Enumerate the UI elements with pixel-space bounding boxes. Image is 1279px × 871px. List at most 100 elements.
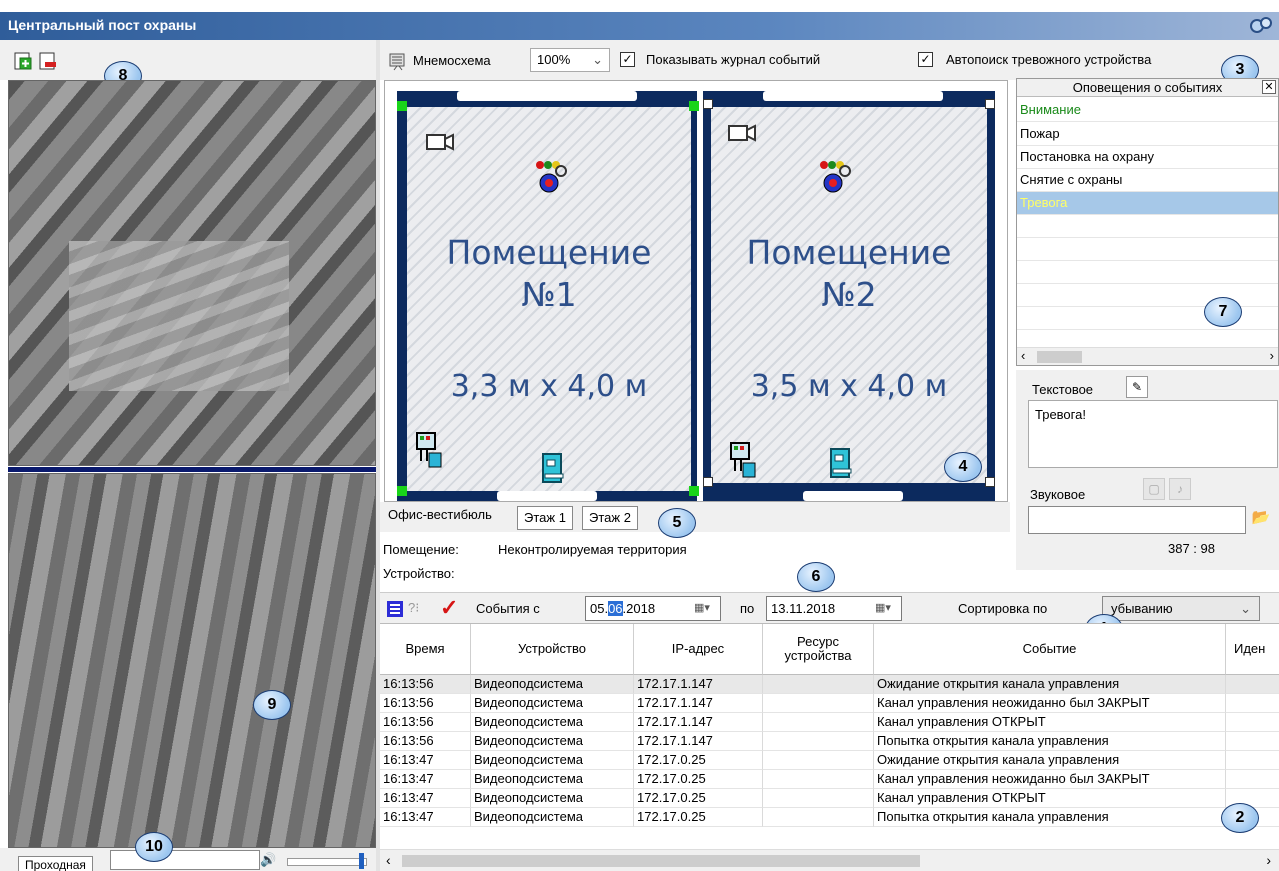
show-log-checkbox[interactable]: ✓ [620,52,635,67]
sound-file-field[interactable] [1028,506,1246,534]
table-row[interactable]: 16:13:47 Видеоподсистема 172.17.0.25 Попытк… [380,808,1279,827]
sort-select[interactable]: убыванию ⌄ [1102,596,1260,621]
table-row[interactable]: 16:13:56 Видеоподсистема 172.17.1.147 Ожида… [380,675,1279,694]
resize-handle[interactable] [703,477,713,487]
speaker-icon[interactable]: 🔊 [260,852,276,868]
scroll-right-icon[interactable]: › [1270,348,1274,363]
column-header-id[interactable]: Иден [1226,624,1279,675]
resize-handle[interactable] [689,486,699,496]
calendar-icon[interactable]: ▦▾ [875,600,897,616]
table-row[interactable]: 16:13:47 Видеоподсистема 172.17.0.25 Канал … [380,789,1279,808]
zoom-select[interactable]: 100% ⌄ [530,48,610,72]
close-icon[interactable]: ✕ [1262,80,1276,94]
room-info-value: Неконтролируемая территория [498,542,687,557]
scroll-right-icon[interactable]: › [1266,852,1271,868]
edit-text-icon[interactable]: ✎ [1126,376,1148,398]
table-cell: 172.17.1.147 [634,732,763,751]
table-cell [1226,732,1279,751]
passage-field[interactable] [110,850,260,870]
query-icon[interactable]: ?⁝ [408,600,419,616]
volume-slider-thumb[interactable] [359,853,364,869]
controller-icon[interactable] [729,441,759,481]
notifications-panel: Оповещения о событиях ✕ Внимание Пожар П… [1016,78,1279,366]
resize-handle[interactable] [985,99,995,109]
tab-office-lobby[interactable]: Офис-вестибюль [382,504,498,531]
table-row[interactable]: 16:13:47 Видеоподсистема 172.17.0.25 Ожидан… [380,751,1279,770]
events-toolbar: ?⁝ ✓ События с 05.06.2018 ▦▾ по 13.11.20… [380,592,1279,624]
tab-floor-2[interactable]: Этаж 2 [582,506,638,530]
table-cell: 172.17.0.25 [634,789,763,808]
column-header-device[interactable]: Устройство [471,624,634,675]
table-row[interactable]: 16:13:56 Видеоподсистема 172.17.1.147 Попыт… [380,732,1279,751]
table-cell: Видеоподсистема [471,751,634,770]
text-notification-field[interactable]: Тревога! [1028,400,1278,468]
open-folder-icon[interactable]: 📂 [1250,508,1272,530]
resize-handle[interactable] [985,477,995,487]
room-1[interactable]: Помещение №1 3,3 м х 4,0 м [397,91,699,501]
door-lock-icon[interactable] [537,452,569,484]
add-camera-icon[interactable] [14,52,32,70]
notification-item[interactable]: Тревога [1017,192,1278,215]
floor-plan[interactable]: Помещение №1 3,3 м х 4,0 м Помещение №2 … [384,80,1008,502]
table-cell: 16:13:47 [380,808,471,827]
resize-handle[interactable] [397,486,407,496]
controller-icon[interactable] [415,431,445,471]
room-info-label: Помещение: [383,542,459,557]
scroll-left-icon[interactable]: ‹ [386,852,391,868]
table-row[interactable]: 16:13:56 Видеоподсистема 172.17.1.147 Канал… [380,694,1279,713]
remove-camera-icon[interactable] [39,52,57,70]
tab-passage[interactable]: Проходная [18,856,93,871]
room-2[interactable]: Помещение №2 3,5 м х 4,0 м [703,91,995,501]
table-cell: Ожидание открытия канала управления [874,675,1226,694]
resize-handle[interactable] [397,101,407,111]
table-row[interactable]: 16:13:56 Видеоподсистема 172.17.1.147 Канал… [380,713,1279,732]
settings-icon[interactable] [1248,14,1274,38]
stop-sound-icon[interactable]: ▢ [1143,478,1165,500]
table-cell: 16:13:47 [380,751,471,770]
camera-feed-1[interactable] [8,80,376,466]
table-cell: 172.17.1.147 [634,713,763,732]
notification-item-empty [1017,215,1278,238]
title-bar: Центральный пост охраны [0,0,1279,40]
alarm-sensor-icon[interactable] [817,159,857,199]
door-lock-icon[interactable] [825,447,857,479]
mnemo-icon[interactable] [388,51,408,71]
play-sound-icon[interactable]: ♪ [1169,478,1191,500]
notifications-scrollbar[interactable]: ‹ › [1017,347,1278,365]
events-scrollbar[interactable]: ‹ › [380,849,1279,871]
checkmark-icon[interactable]: ✓ [440,595,458,621]
resize-handle[interactable] [703,99,713,109]
notification-item[interactable]: Снятие с охраны [1017,169,1278,192]
autosearch-checkbox[interactable]: ✓ [918,52,933,67]
alarm-sensor-icon[interactable] [533,159,573,199]
camera-feed-2[interactable] [8,473,376,848]
filter-icon[interactable] [385,599,405,619]
calendar-icon[interactable]: ▦▾ [694,600,716,616]
callout-marker: 2 [1221,803,1259,833]
camera-icon[interactable] [727,123,757,145]
camera-icon[interactable] [425,132,455,154]
table-row[interactable]: 16:13:47 Видеоподсистема 172.17.0.25 Канал … [380,770,1279,789]
door-top [457,91,637,101]
scrollbar-thumb[interactable] [402,855,920,867]
notification-settings: Текстовое ✎ Тревога! Звуковое ▢ ♪ 📂 [1016,370,1279,570]
resize-handle[interactable] [689,101,699,111]
column-header-event[interactable]: Событие [874,624,1226,675]
notification-item[interactable]: Внимание [1017,99,1278,122]
scrollbar-thumb[interactable] [1037,351,1082,363]
notifications-title: Оповещения о событиях [1072,80,1223,95]
volume-slider[interactable] [287,853,367,869]
date-from-input[interactable]: 05.06.2018 ▦▾ [585,596,721,621]
room-size: 3,5 м х 4,0 м [750,369,948,404]
column-header-resource[interactable]: Ресурс устройства [763,624,874,675]
column-header-time[interactable]: Время [380,624,471,675]
date-to-input[interactable]: 13.11.2018 ▦▾ [766,596,902,621]
column-header-ip[interactable]: IP-адрес [634,624,763,675]
scroll-left-icon[interactable]: ‹ [1021,348,1025,363]
tab-floor-1[interactable]: Этаж 1 [517,506,573,530]
sound-notification-label: Звуковое [1030,487,1086,502]
notification-item[interactable]: Постановка на охрану [1017,146,1278,169]
table-cell: Видеоподсистема [471,770,634,789]
video-tabs-bar: Проходная 🔊 [0,848,376,871]
notification-item[interactable]: Пожар [1017,123,1278,146]
